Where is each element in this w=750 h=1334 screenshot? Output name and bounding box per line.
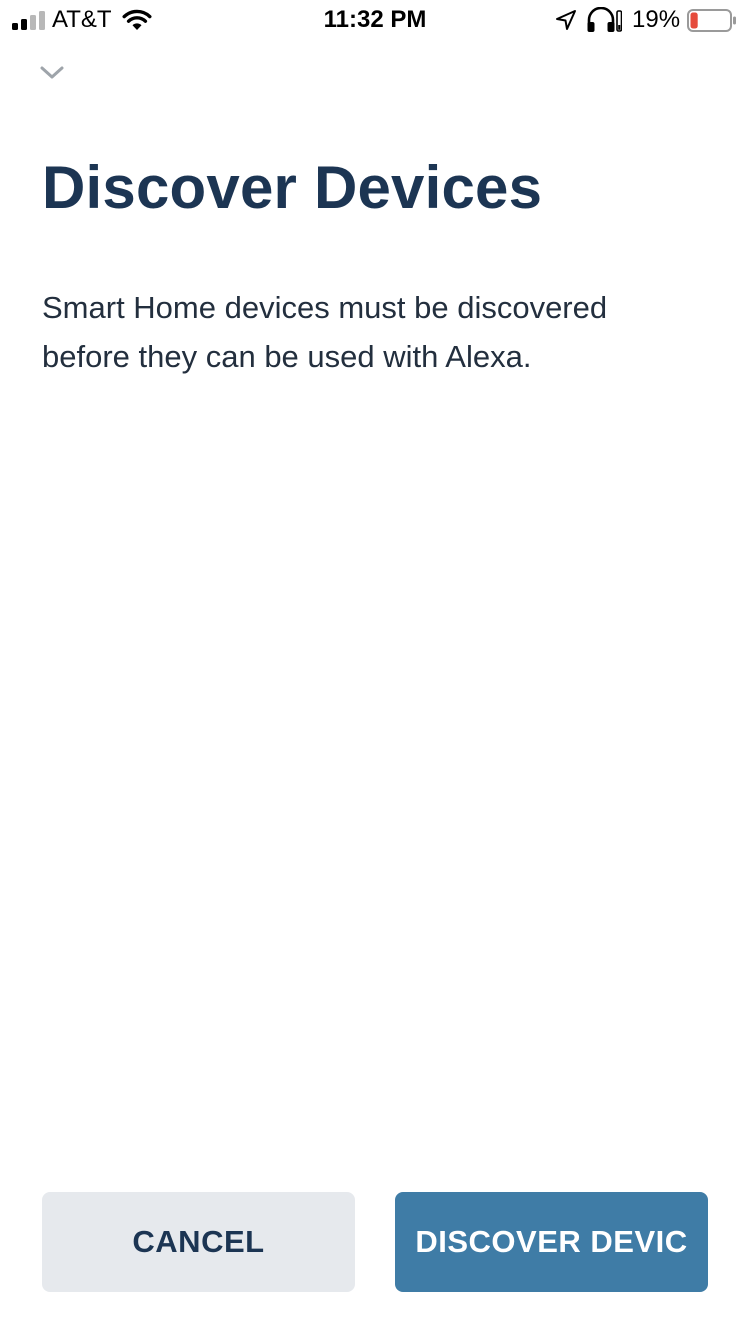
- status-bar: AT&T 11:32 PM 19%: [0, 0, 750, 40]
- page-title: Discover Devices: [42, 154, 543, 221]
- battery-icon: [687, 9, 736, 32]
- description-text: Smart Home devices must be discovered be…: [42, 290, 608, 374]
- battery-percent: 19%: [632, 6, 681, 33]
- discover-devices-button[interactable]: DISCOVER DEVIC: [395, 1192, 708, 1292]
- location-arrow-icon: [556, 10, 576, 30]
- cancel-button[interactable]: CANCEL: [42, 1192, 355, 1292]
- headphones-icon: [587, 7, 622, 32]
- chevron-down-icon[interactable]: [36, 60, 68, 86]
